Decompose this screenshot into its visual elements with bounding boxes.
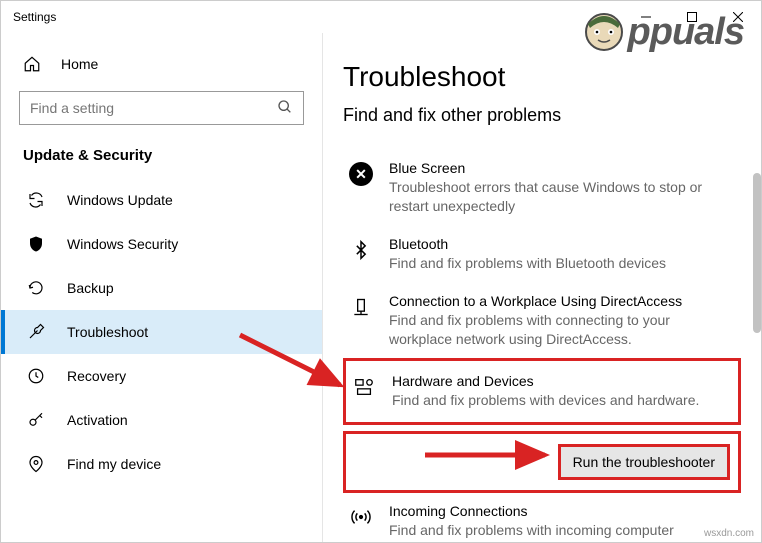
settings-window: Settings Home Find a setting [0,0,762,543]
minimize-button[interactable] [623,1,669,33]
home-icon [23,55,41,73]
search-icon [277,99,293,118]
troubleshooter-desc: Find and fix problems with devices and h… [392,391,732,410]
bluetooth-icon [349,238,373,262]
troubleshooter-hardware-devices[interactable]: Hardware and Devices Find and fix proble… [343,358,741,425]
hardware-icon [352,375,376,399]
troubleshooter-text: Connection to a Workplace Using DirectAc… [389,293,735,349]
window-title: Settings [13,10,56,24]
troubleshooter-desc: Troubleshoot errors that cause Windows t… [389,178,735,216]
backup-icon [27,279,45,297]
search-input[interactable]: Find a setting [19,91,304,125]
nav-list: Windows Update Windows Security Backup [1,178,322,486]
wrench-icon [27,323,45,341]
sidebar-item-label: Windows Update [67,192,173,208]
workplace-icon [349,295,373,319]
troubleshooter-title: Incoming Connections [389,503,735,519]
sidebar-item-windows-update[interactable]: Windows Update [1,178,322,222]
sidebar-item-activation[interactable]: Activation [1,398,322,442]
troubleshooter-title: Blue Screen [389,160,735,176]
sidebar-item-backup[interactable]: Backup [1,266,322,310]
run-row: Run the troubleshooter [343,431,741,493]
run-troubleshooter-button[interactable]: Run the troubleshooter [558,444,730,480]
home-button[interactable]: Home [1,47,322,83]
sidebar-item-label: Activation [67,412,128,428]
scrollbar[interactable] [753,173,761,333]
sidebar: Home Find a setting Update & Security Wi… [1,33,323,542]
titlebar-controls [623,1,761,33]
troubleshooter-list: ✕ Blue Screen Troubleshoot errors that c… [343,150,741,542]
troubleshooter-desc: Find and fix problems with Bluetooth dev… [389,254,735,273]
sidebar-item-label: Backup [67,280,114,296]
troubleshooter-blue-screen[interactable]: ✕ Blue Screen Troubleshoot errors that c… [343,150,741,226]
recovery-icon [27,367,45,385]
sidebar-item-label: Recovery [67,368,126,384]
content: Troubleshoot Find and fix other problems… [323,33,761,542]
troubleshooter-text: Bluetooth Find and fix problems with Blu… [389,236,735,273]
source-tag: wsxdn.com [704,528,754,539]
location-icon [27,455,45,473]
search-placeholder: Find a setting [30,100,114,116]
section-header: Update & Security [1,143,322,178]
sync-icon [27,191,45,209]
titlebar: Settings [1,1,761,33]
maximize-button[interactable] [669,1,715,33]
sidebar-item-label: Windows Security [67,236,178,252]
page-subtitle: Find and fix other problems [343,105,741,126]
page-title: Troubleshoot [343,61,741,93]
close-button[interactable] [715,1,761,33]
antenna-icon [349,505,373,529]
troubleshooter-text: Blue Screen Troubleshoot errors that cau… [389,160,735,216]
key-icon [27,411,45,429]
sidebar-item-label: Find my device [67,456,161,472]
blue-screen-icon: ✕ [349,162,373,186]
shield-icon [27,235,45,253]
troubleshooter-directaccess[interactable]: Connection to a Workplace Using DirectAc… [343,283,741,359]
troubleshooter-incoming-connections[interactable]: Incoming Connections Find and fix proble… [343,493,741,542]
home-label: Home [61,56,98,72]
troubleshooter-title: Bluetooth [389,236,735,252]
troubleshooter-desc: Find and fix problems with incoming comp… [389,521,735,542]
body: Home Find a setting Update & Security Wi… [1,33,761,542]
troubleshooter-desc: Find and fix problems with connecting to… [389,311,735,349]
sidebar-item-troubleshoot[interactable]: Troubleshoot [1,310,322,354]
troubleshooter-bluetooth[interactable]: Bluetooth Find and fix problems with Blu… [343,226,741,283]
sidebar-item-label: Troubleshoot [67,324,148,340]
sidebar-item-recovery[interactable]: Recovery [1,354,322,398]
troubleshooter-text: Hardware and Devices Find and fix proble… [392,373,732,410]
sidebar-item-find-my-device[interactable]: Find my device [1,442,322,486]
sidebar-item-windows-security[interactable]: Windows Security [1,222,322,266]
troubleshooter-text: Incoming Connections Find and fix proble… [389,503,735,542]
troubleshooter-title: Connection to a Workplace Using DirectAc… [389,293,735,309]
troubleshooter-title: Hardware and Devices [392,373,732,389]
